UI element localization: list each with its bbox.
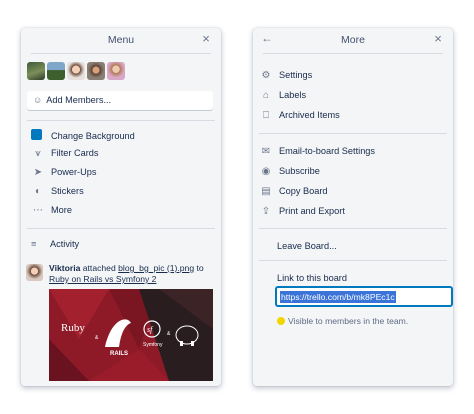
link-to-board-label: Link to this board (277, 273, 347, 283)
menu-item-change-background[interactable]: Change Background (31, 129, 135, 143)
menu-panel: Menu × ☺ Add Members... Change Backgroun… (21, 28, 221, 386)
copy-icon: ▤ (261, 186, 271, 197)
archive-icon: ⎕ (263, 110, 269, 121)
avatar[interactable] (87, 62, 105, 80)
eye-icon: ◉ (261, 166, 271, 177)
rails-text: RAILS (110, 351, 128, 357)
divider (27, 228, 215, 229)
menu-item-label: Filter Cards (51, 148, 99, 158)
person-icon: ☺ (33, 95, 43, 105)
menu-header: Menu × (31, 28, 211, 54)
activity-user[interactable]: Viktoria (49, 263, 80, 273)
attachment-thumbnail[interactable]: Ruby & RAILS sf Symfony & (49, 289, 213, 381)
leave-board-link[interactable]: Leave Board... (277, 241, 337, 251)
activity-icon: ≡ (31, 239, 37, 249)
rocket-icon: ➤ (33, 167, 43, 178)
email-icon: ✉ (261, 146, 271, 157)
more-item-archived-items[interactable]: ⎕ Archived Items (259, 110, 340, 121)
close-icon[interactable]: × (431, 31, 445, 46)
menu-item-filter-cards[interactable]: ⩛ Filter Cards (31, 148, 98, 162)
more-item-print-export[interactable]: ⇪ Print and Export (259, 206, 345, 217)
color-swatch (31, 129, 42, 140)
menu-item-label: Stickers (51, 186, 84, 196)
menu-title: Menu (107, 34, 135, 46)
symfony-text: Symfony (143, 342, 163, 348)
divider (27, 120, 215, 121)
board-link-value: https://trello.com/b/mk8PEc1c (280, 291, 396, 303)
divider (259, 260, 447, 261)
menu-item-label: Power-Ups (51, 167, 97, 177)
filter-icon: ⩛ (35, 148, 41, 159)
more-item-settings[interactable]: ⚙ Settings (259, 70, 313, 81)
menu-item-label: More (51, 205, 72, 215)
gear-icon: ⚙ (261, 70, 271, 81)
add-members-label: Add Members... (46, 95, 112, 105)
avatar[interactable] (107, 62, 125, 80)
more-item-email-to-board[interactable]: ✉ Email-to-board Settings (259, 146, 375, 157)
divider (259, 228, 447, 229)
avatar[interactable] (26, 264, 43, 281)
menu-item-power-ups[interactable]: ➤ Power-Ups (31, 167, 97, 181)
more-item-subscribe[interactable]: ◉ Subscribe (259, 166, 320, 177)
ellipsis-icon: ⋯ (33, 205, 43, 216)
more-title: More (341, 34, 365, 46)
lightbulb-icon (277, 317, 285, 325)
card-link[interactable]: Ruby on Rails vs Symfony 2 (49, 274, 156, 284)
more-header: ← More × (261, 28, 445, 54)
attachment-link[interactable]: blog_bg_pic (1).png (118, 263, 194, 273)
avatar[interactable] (67, 62, 85, 80)
avatar[interactable] (27, 62, 45, 80)
more-item-copy-board[interactable]: ▤ Copy Board (259, 186, 327, 197)
board-link-input[interactable]: https://trello.com/b/mk8PEc1c (275, 286, 453, 307)
activity-heading: ≡ Activity (31, 239, 80, 249)
add-members-button[interactable]: ☺ Add Members... (27, 91, 213, 110)
visibility-note: Visible to members in the team. (277, 316, 408, 326)
tag-icon: ⌂ (262, 90, 270, 101)
menu-item-more[interactable]: ⋯ More (31, 205, 72, 219)
close-icon[interactable]: × (199, 31, 213, 46)
ruby-text: Ruby (61, 322, 85, 334)
sticker-icon: ◐ (34, 186, 42, 197)
avatar[interactable] (47, 62, 65, 80)
more-item-labels[interactable]: ⌂ Labels (259, 90, 306, 101)
member-avatars (27, 62, 125, 80)
menu-item-label: Change Background (51, 131, 135, 141)
activity-entry: Viktoria attached blog_bg_pic (1).png to… (49, 263, 204, 284)
divider (259, 133, 447, 134)
more-panel: ← More × ⚙ Settings ⌂ Labels ⎕ Archived Ite… (253, 28, 453, 386)
export-icon: ⇪ (261, 206, 271, 217)
menu-item-stickers[interactable]: ◐ Stickers (31, 186, 84, 200)
